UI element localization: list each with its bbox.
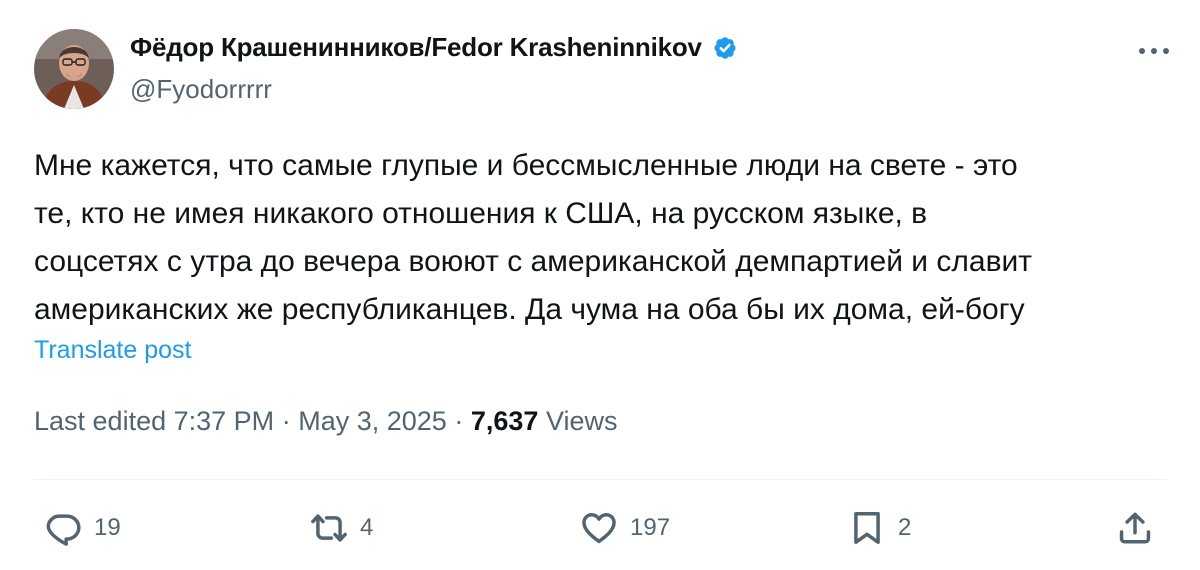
post-time[interactable]: 7:37 PM: [174, 406, 275, 436]
author-handle[interactable]: @Fyodorrrrr: [130, 74, 272, 105]
repost-button[interactable]: 4: [310, 506, 373, 550]
heart-icon: [582, 512, 616, 544]
meta-separator: ·: [454, 406, 464, 436]
views-count: 7,637: [470, 406, 539, 436]
reply-icon: [46, 514, 81, 546]
more-options-button[interactable]: [1134, 36, 1174, 66]
tweet-meta: Last edited 7:37 PM · May 3, 2025 · 7,63…: [34, 406, 617, 437]
repost-icon: [311, 514, 347, 542]
like-button[interactable]: 197: [580, 506, 670, 550]
tweet-text-line: соцсетях с утра до вечера воюют с америк…: [34, 245, 1032, 278]
tweet-text-line: те, кто не имея никакого отношения к США…: [34, 197, 928, 230]
meta-separator: ·: [281, 406, 291, 436]
bookmark-button[interactable]: 2: [848, 506, 911, 550]
reply-count: 19: [94, 514, 121, 541]
like-count: 197: [630, 514, 671, 541]
divider: [34, 479, 1166, 480]
author-name-row: Фёдор Крашенинников/Fedor Krasheninnikov: [130, 32, 740, 63]
share-icon: [1119, 512, 1151, 544]
tweet-text: Мне кажется, что самые глупые и бессмысл…: [34, 142, 1149, 334]
verified-badge-icon[interactable]: [710, 33, 740, 63]
bookmark-count: 2: [898, 514, 912, 541]
post-date[interactable]: May 3, 2025: [298, 406, 447, 436]
reply-button[interactable]: 19: [44, 506, 121, 550]
share-button[interactable]: [1116, 506, 1154, 550]
tweet-text-line: Мне кажется, что самые глупые и бессмысл…: [34, 149, 1018, 182]
translate-post-link[interactable]: Translate post: [34, 336, 191, 365]
author-display-name[interactable]: Фёдор Крашенинников/Fedor Krasheninnikov: [130, 32, 702, 63]
repost-count: 4: [360, 514, 374, 541]
tweet-text-line: американских же республиканцев. Да чума …: [34, 293, 1025, 326]
profile-photo: [34, 29, 114, 109]
avatar[interactable]: [34, 29, 114, 109]
views-label: Views: [545, 406, 618, 436]
more-icon: [1139, 48, 1169, 54]
bookmark-icon: [854, 512, 880, 544]
edited-label[interactable]: Last edited: [34, 406, 166, 436]
